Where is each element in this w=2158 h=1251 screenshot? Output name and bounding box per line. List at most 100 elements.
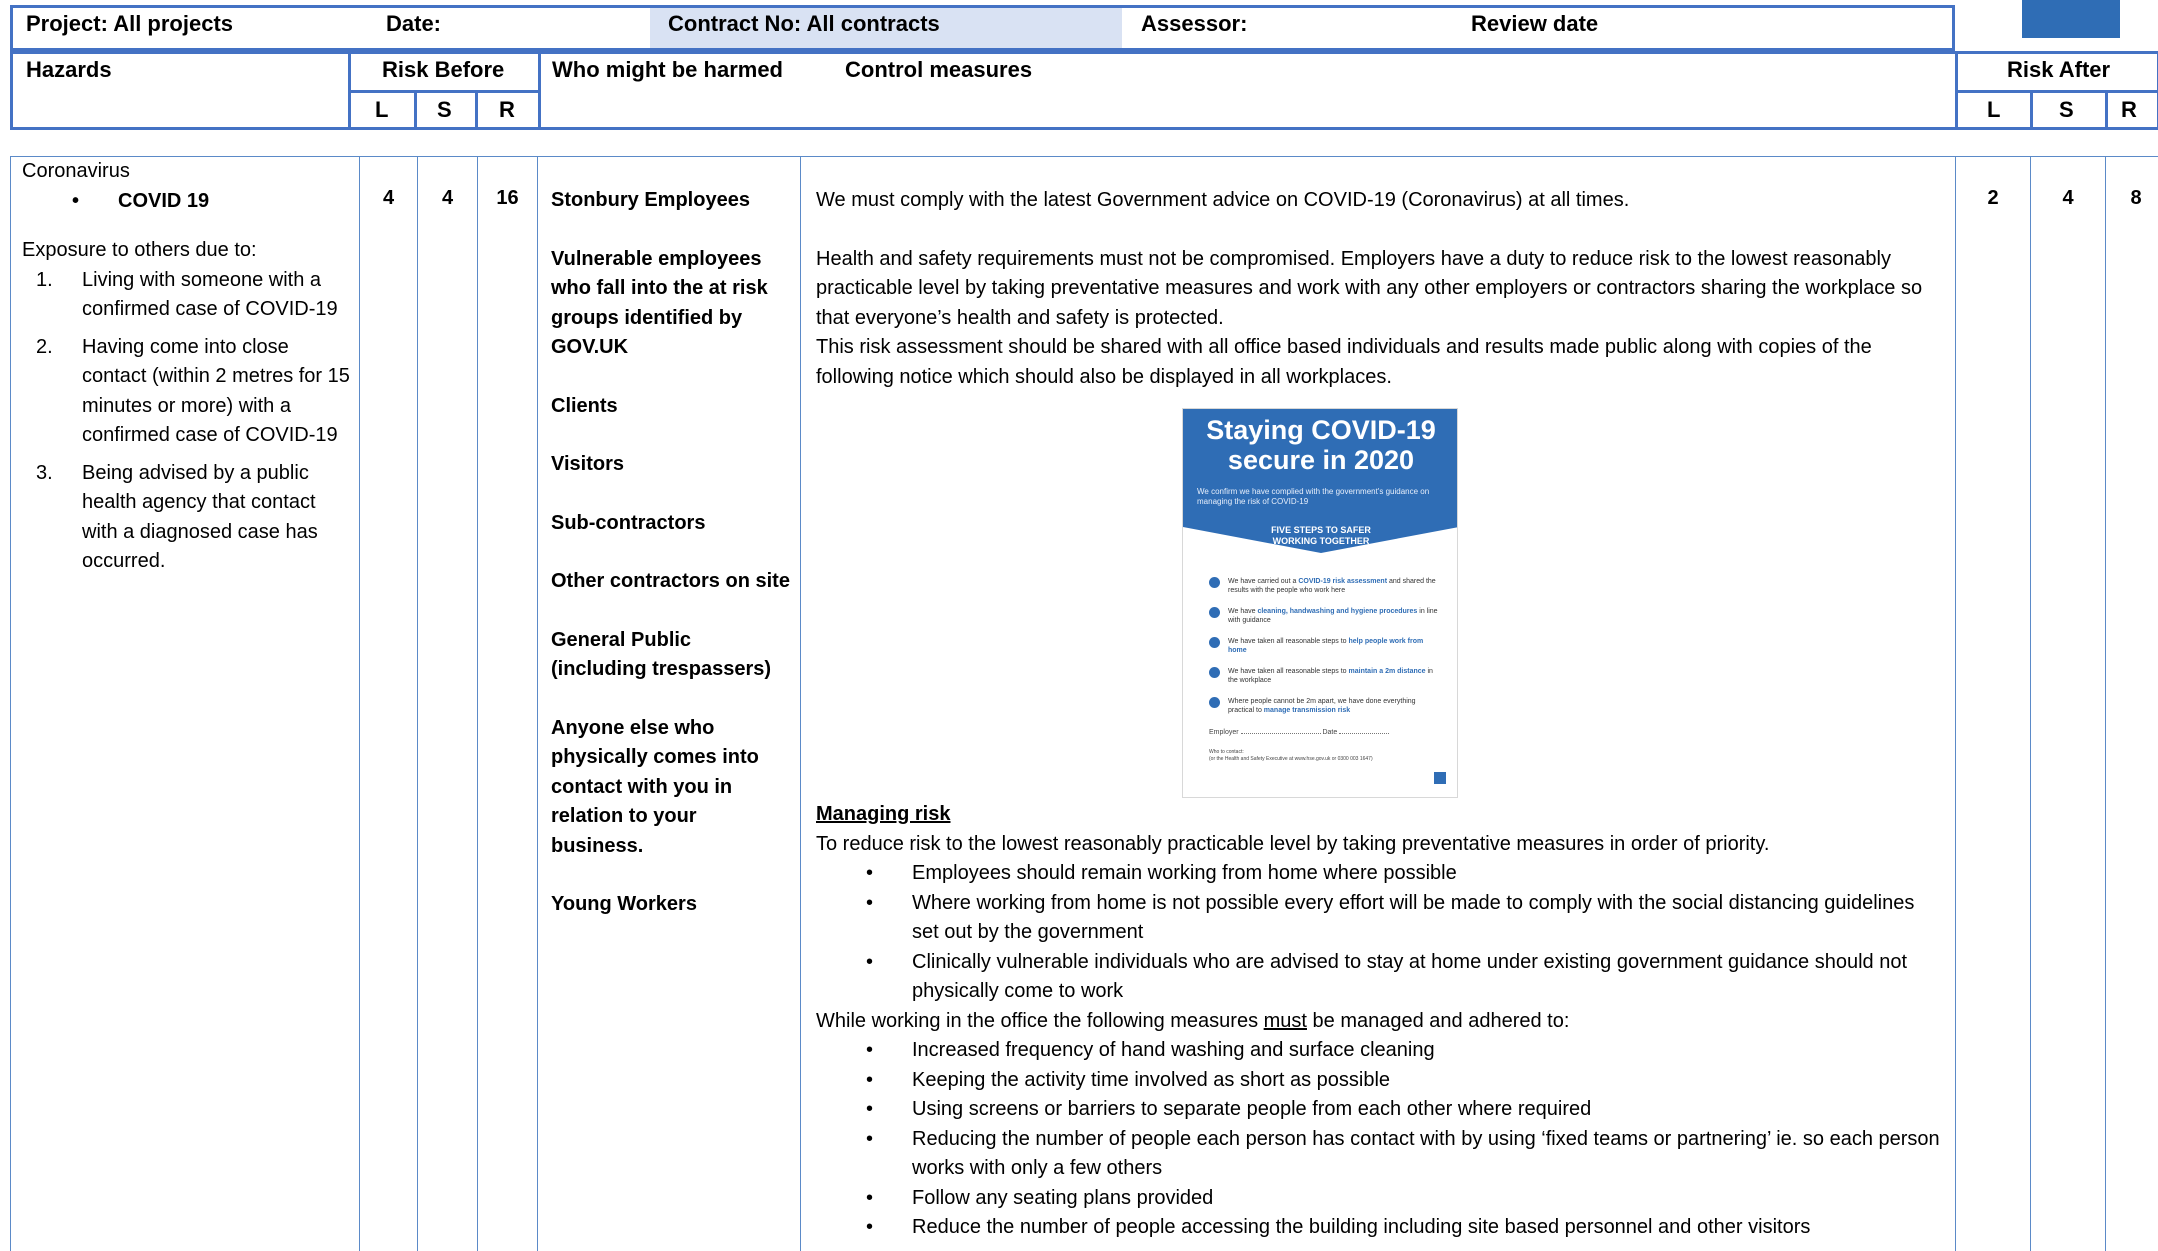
who-header: Who might be harmed [552, 57, 783, 82]
header-lsr-rule-after [1958, 90, 2158, 93]
header-lsr-divider [475, 93, 478, 130]
who-item: General Public (including trespassers) [551, 628, 772, 681]
risk-after-r: 8 [2130, 187, 2142, 209]
control-paragraph: We must comply with the latest Governmen… [816, 189, 1630, 211]
col-divider [2105, 156, 2106, 1251]
who-item: Clients [551, 394, 618, 417]
control-bullet: Reduce the number of people accessing th… [816, 1213, 1946, 1243]
risk-before-s: 4 [441, 187, 454, 209]
who-item: Sub-contractors [551, 511, 706, 534]
header-divider-who [538, 51, 541, 130]
poster-step-highlight: cleaning, handwashing and hygiene proced… [1257, 608, 1418, 615]
control-paragraph: This risk assessment should be shared wi… [816, 336, 1872, 388]
poster-date-label: Date [1322, 729, 1338, 736]
exposure-item: 1. Living with someone with a confirmed … [22, 266, 352, 325]
risk-after-s: 4 [2062, 187, 2074, 209]
check-circle-icon [1209, 577, 1220, 588]
contract-label: Contract No: All contracts [668, 11, 940, 36]
risk-before-r: 16 [496, 187, 519, 209]
column-header-row [10, 51, 2158, 130]
managing-risk-heading: Managing risk [816, 803, 951, 825]
hazard-title: Coronavirus [22, 160, 130, 182]
control-cell-top: We must comply with the latest Governmen… [816, 186, 1946, 392]
poster-employer-line: Employer Date [1209, 729, 1439, 736]
header-lsr-divider [414, 93, 417, 130]
poster-hse-line: (or the Health and Safety Executive at w… [1209, 756, 1373, 762]
control-bullet: Reducing the number of people each perso… [816, 1125, 1946, 1184]
poster-contact: Who to contact: (or the Health and Safet… [1209, 749, 1439, 763]
poster-step-text: We have [1228, 608, 1258, 615]
poster-steps: We have carried out a COVID-19 risk asse… [1209, 577, 1441, 727]
who-item: Anyone else who physically comes into co… [551, 716, 759, 857]
who-cell: Stonbury Employees Vulnerable employees … [551, 186, 791, 920]
poster-contact-label: Who to contact: [1209, 749, 1244, 755]
control-bullet: Employees should remain working from hom… [816, 859, 1946, 889]
who-item: Other contractors on site [551, 570, 790, 592]
poster-corner-logo [1434, 772, 1446, 784]
header-lsr-divider [2030, 93, 2033, 130]
before-l-header: L [375, 97, 389, 122]
check-circle-icon [1209, 667, 1220, 678]
poster-step: Where people cannot be 2m apart, we have… [1209, 697, 1441, 715]
exposure-item: 2. Having come into close contact (withi… [22, 333, 352, 451]
after-r-header: R [2121, 97, 2137, 122]
risk-before-header: Risk Before [382, 57, 505, 82]
col-divider [2030, 156, 2031, 1251]
poster-banner: FIVE STEPS TO SAFER WORKING TOGETHER [1271, 525, 1371, 546]
hazard-bullet: COVID 19 [22, 187, 352, 217]
hazards-cell: Coronavirus COVID 19 Exposure to others … [22, 157, 352, 585]
header-lsr-rule-before [351, 90, 538, 93]
body-left-border [10, 156, 11, 1251]
poster-title-line: secure in 2020 [1227, 445, 1415, 475]
check-circle-icon [1209, 697, 1220, 708]
must-emphasis: must [1263, 1009, 1307, 1032]
check-circle-icon [1209, 607, 1220, 618]
risk-after-header: Risk After [2007, 57, 2111, 82]
exposure-item: 3. Being advised by a public health agen… [22, 459, 352, 577]
col-divider [359, 156, 360, 1251]
poster-step: We have cleaning, handwashing and hygien… [1209, 607, 1441, 625]
control-text: be managed and adhered to: [1306, 1009, 1570, 1032]
poster-employer-label: Employer [1209, 729, 1239, 736]
review-date-label: Review date [1471, 11, 1599, 36]
who-item: Stonbury Employees [551, 189, 750, 211]
project-label: Project: All projects [26, 11, 234, 36]
exposure-item-number: 1. [36, 268, 53, 291]
after-l-header: L [1987, 97, 2001, 122]
exposure-intro: Exposure to others due to: [22, 239, 257, 261]
control-bullet: Using screens or barriers to separate pe… [816, 1095, 1946, 1125]
col-divider [477, 156, 478, 1251]
exposure-item-text: Being advised by a public health agency … [82, 461, 318, 573]
poster-step-text: We have taken all reasonable steps to [1228, 638, 1349, 645]
hazards-header: Hazards [26, 57, 112, 82]
control-paragraph: To reduce risk to the lowest reasonably … [816, 832, 1770, 855]
control-bullet: Keeping the activity time involved as sh… [816, 1066, 1946, 1096]
control-bullet: Follow any seating plans provided [816, 1184, 1946, 1214]
covid-secure-poster: Staying COVID-19 secure in 2020 We confi… [1182, 408, 1458, 798]
col-divider [417, 156, 418, 1251]
control-cell-bottom: Managing risk To reduce risk to the lowe… [816, 800, 1946, 1243]
who-item: Visitors [551, 453, 624, 475]
control-bullet: Increased frequency of hand washing and … [816, 1036, 1946, 1066]
risk-after-l: 2 [1987, 187, 1999, 209]
after-s-header: S [2059, 97, 2074, 122]
poster-step-text: We have carried out a [1228, 578, 1299, 585]
poster-step-highlight: COVID-19 risk assessment [1298, 578, 1388, 585]
who-item: Young Workers [551, 893, 697, 915]
control-paragraph: Health and safety requirements must not … [816, 247, 1923, 329]
check-circle-icon [1209, 637, 1220, 648]
poster-step: We have taken all reasonable steps to ma… [1209, 667, 1441, 685]
poster-title: Staying COVID-19 secure in 2020 [1183, 415, 1457, 475]
control-bullet: Clinically vulnerable individuals who ar… [816, 948, 1946, 1007]
col-divider [800, 156, 801, 1251]
poster-step: We have carried out a COVID-19 risk asse… [1209, 577, 1441, 595]
exposure-item-number: 2. [36, 335, 53, 358]
exposure-item-number: 3. [36, 461, 53, 484]
exposure-item-text: Having come into close contact (within 2… [82, 335, 350, 447]
col-divider [1955, 156, 1956, 1251]
poster-subtitle: We confirm we have complied with the gov… [1197, 487, 1430, 506]
control-paragraph: While working in the office the followin… [816, 1007, 1946, 1037]
poster-title-line: Staying COVID-19 [1206, 415, 1436, 445]
logo-fragment [2022, 0, 2120, 38]
header-lsr-divider [2105, 93, 2108, 130]
